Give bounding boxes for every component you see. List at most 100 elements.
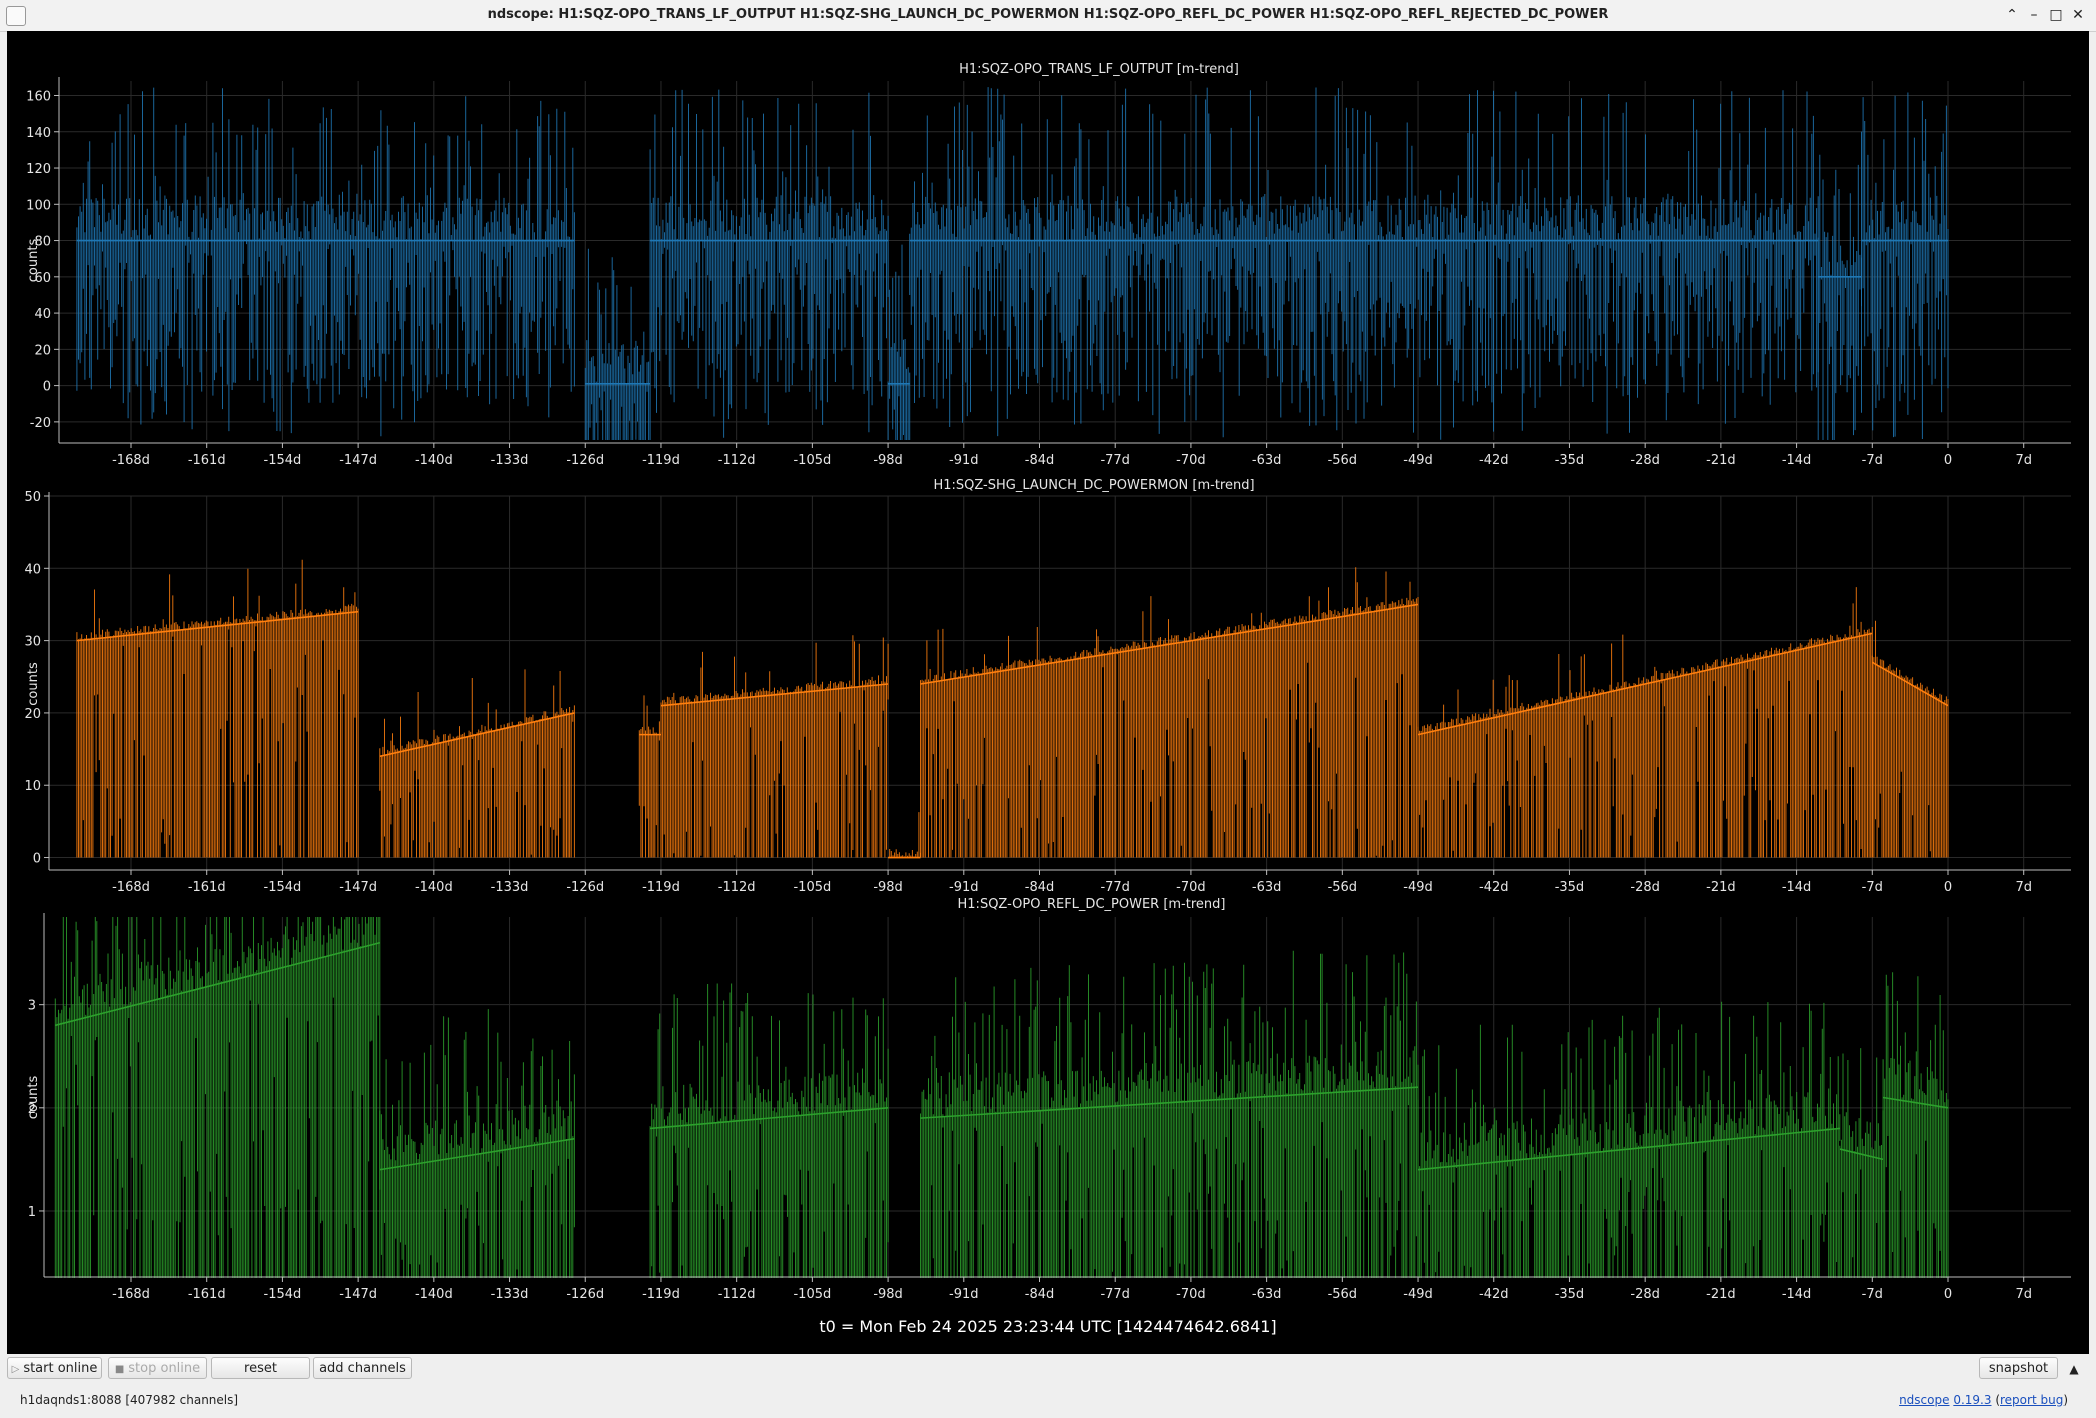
ndscope-links: ndscope 0.19.3 (report bug): [1899, 1393, 2068, 1407]
trace-excursions: [584, 248, 651, 440]
y-tick-label: 0: [33, 852, 41, 867]
trace-excursions: [1817, 154, 1862, 440]
maximize-icon[interactable]: □: [2046, 5, 2066, 25]
x-tick-label: -70d: [1176, 1287, 1206, 1302]
data-segment: [638, 695, 662, 858]
data-segment: [887, 812, 921, 859]
data-segment: [584, 248, 651, 440]
trace-excursions: [76, 559, 359, 858]
x-tick-label: -14d: [1782, 1287, 1812, 1302]
server-status: h1daqnds1:8088 [407982 channels]: [20, 1393, 239, 1407]
expand-up-icon[interactable]: ▲: [2064, 1359, 2084, 1379]
data-segment: [920, 567, 1419, 858]
y-tick-label: 100: [26, 198, 51, 213]
x-tick-label: -140d: [415, 453, 453, 468]
y-tick-label: -20: [30, 416, 51, 431]
data-segment: [1417, 1001, 1841, 1278]
x-tick-label: -105d: [793, 1287, 831, 1302]
x-tick-label: -98d: [873, 453, 903, 468]
y-tick-label: 20: [34, 343, 51, 358]
data-segment: [660, 635, 889, 858]
x-tick-label: -21d: [1706, 453, 1736, 468]
plots-canvas[interactable]: -20020406080100120140160-168d -161d -154d -…: [7, 31, 2089, 1354]
x-tick-label: -63d: [1252, 453, 1282, 468]
data-segment: [379, 669, 575, 858]
data-segment: [379, 1009, 575, 1278]
x-tick-label: -147d: [339, 453, 377, 468]
x-tick-label: -147d: [339, 1287, 377, 1302]
x-tick-label: -168d: [112, 453, 150, 468]
minimize-icon[interactable]: –: [2024, 5, 2044, 25]
y-tick-label: 20: [24, 707, 41, 722]
data-segment: [1882, 972, 1949, 1278]
data-segment: [887, 244, 911, 440]
y-tick-label: 3: [28, 999, 36, 1014]
plot-title: H1:SQZ-SHG_LAUNCH_DC_POWERMON [m-trend]: [933, 478, 1254, 493]
x-tick-label: -35d: [1555, 880, 1585, 895]
x-tick-label: 7d: [2015, 1287, 2032, 1302]
x-tick-label: -119d: [642, 880, 680, 895]
data-segment: [54, 917, 381, 1278]
add-channels-button[interactable]: add channels: [313, 1357, 412, 1379]
trace-excursions: [379, 669, 575, 858]
data-segment: [1861, 92, 1949, 439]
x-tick-label: -126d: [566, 1287, 604, 1302]
y-tick-label: 120: [26, 162, 51, 177]
plot-area[interactable]: -20 0 20 40 60 80 100 120 140 160 -168d -161d -154d -…: [7, 31, 2089, 1354]
trace-excursions: [1417, 1001, 1841, 1278]
trace-excursions: [909, 87, 1819, 440]
x-tick-label: 0: [1944, 880, 1952, 895]
close-icon[interactable]: ✕: [2068, 5, 2088, 25]
x-tick-label: -42d: [1479, 880, 1509, 895]
trace-excursions: [887, 244, 911, 440]
x-tick-label: -63d: [1252, 1287, 1282, 1302]
data-segment: [649, 983, 889, 1278]
x-tick-label: -154d: [264, 880, 302, 895]
x-tick-label: 7d: [2015, 880, 2032, 895]
x-tick-label: -112d: [718, 453, 756, 468]
x-tick-label: -42d: [1479, 453, 1509, 468]
x-tick-label: -133d: [491, 1287, 529, 1302]
trace-excursions: [1882, 972, 1949, 1278]
trace-mean-line: [920, 603, 1419, 685]
x-tick-label: -84d: [1025, 1287, 1055, 1302]
plot-title: H1:SQZ-OPO_TRANS_LF_OUTPUT [m-trend]: [959, 62, 1239, 77]
x-tick-label: -28d: [1630, 453, 1660, 468]
y-tick-label: 50: [24, 490, 41, 505]
reset-button[interactable]: reset: [211, 1357, 310, 1379]
x-tick-label: -119d: [642, 453, 680, 468]
x-tick-label: -112d: [718, 880, 756, 895]
trace-excursions: [920, 950, 1419, 1278]
status-bar: h1daqnds1:8088 [407982 channels] ndscope…: [0, 1384, 2096, 1418]
start-online-button[interactable]: ▷ start online: [7, 1357, 102, 1379]
x-tick-label: -70d: [1176, 453, 1206, 468]
window-titlebar: ndscope: H1:SQZ-OPO_TRANS_LF_OUTPUT H1:S…: [0, 0, 2096, 32]
x-tick-label: -49d: [1403, 880, 1433, 895]
trace-excursions: [638, 695, 662, 858]
y-tick-label: 140: [26, 126, 51, 141]
ndscope-link[interactable]: ndscope: [1899, 1393, 1949, 1407]
x-tick-label: -28d: [1630, 1287, 1660, 1302]
x-tick-label: -14d: [1782, 880, 1812, 895]
start-online-label: start online: [23, 1361, 98, 1376]
x-tick-label: -21d: [1706, 880, 1736, 895]
x-tick-label: -84d: [1025, 880, 1055, 895]
data-segment: [76, 559, 359, 858]
x-tick-label: -63d: [1252, 880, 1282, 895]
trace-mean-line: [920, 1086, 1419, 1119]
report-bug-link[interactable]: report bug: [2000, 1393, 2063, 1407]
x-tick-label: -35d: [1555, 453, 1585, 468]
plot-title: H1:SQZ-OPO_REFL_DC_POWER [m-trend]: [958, 897, 1226, 912]
snapshot-button[interactable]: snapshot: [1979, 1357, 2058, 1379]
data-segment: [1839, 1048, 1884, 1278]
version-link[interactable]: 0.19.3: [1953, 1393, 1991, 1407]
y-axis-label: counts: [26, 662, 41, 706]
y-tick-label: 160: [26, 90, 51, 105]
x-tick-label: 0: [1944, 1287, 1952, 1302]
x-tick-label: -161d: [188, 880, 226, 895]
x-tick-label: -105d: [793, 453, 831, 468]
x-tick-label: -77d: [1100, 453, 1130, 468]
data-segment: [1871, 620, 1949, 858]
stop-online-button[interactable]: ■ stop online: [108, 1357, 207, 1379]
chevron-up-icon[interactable]: ⌃: [2002, 5, 2022, 25]
